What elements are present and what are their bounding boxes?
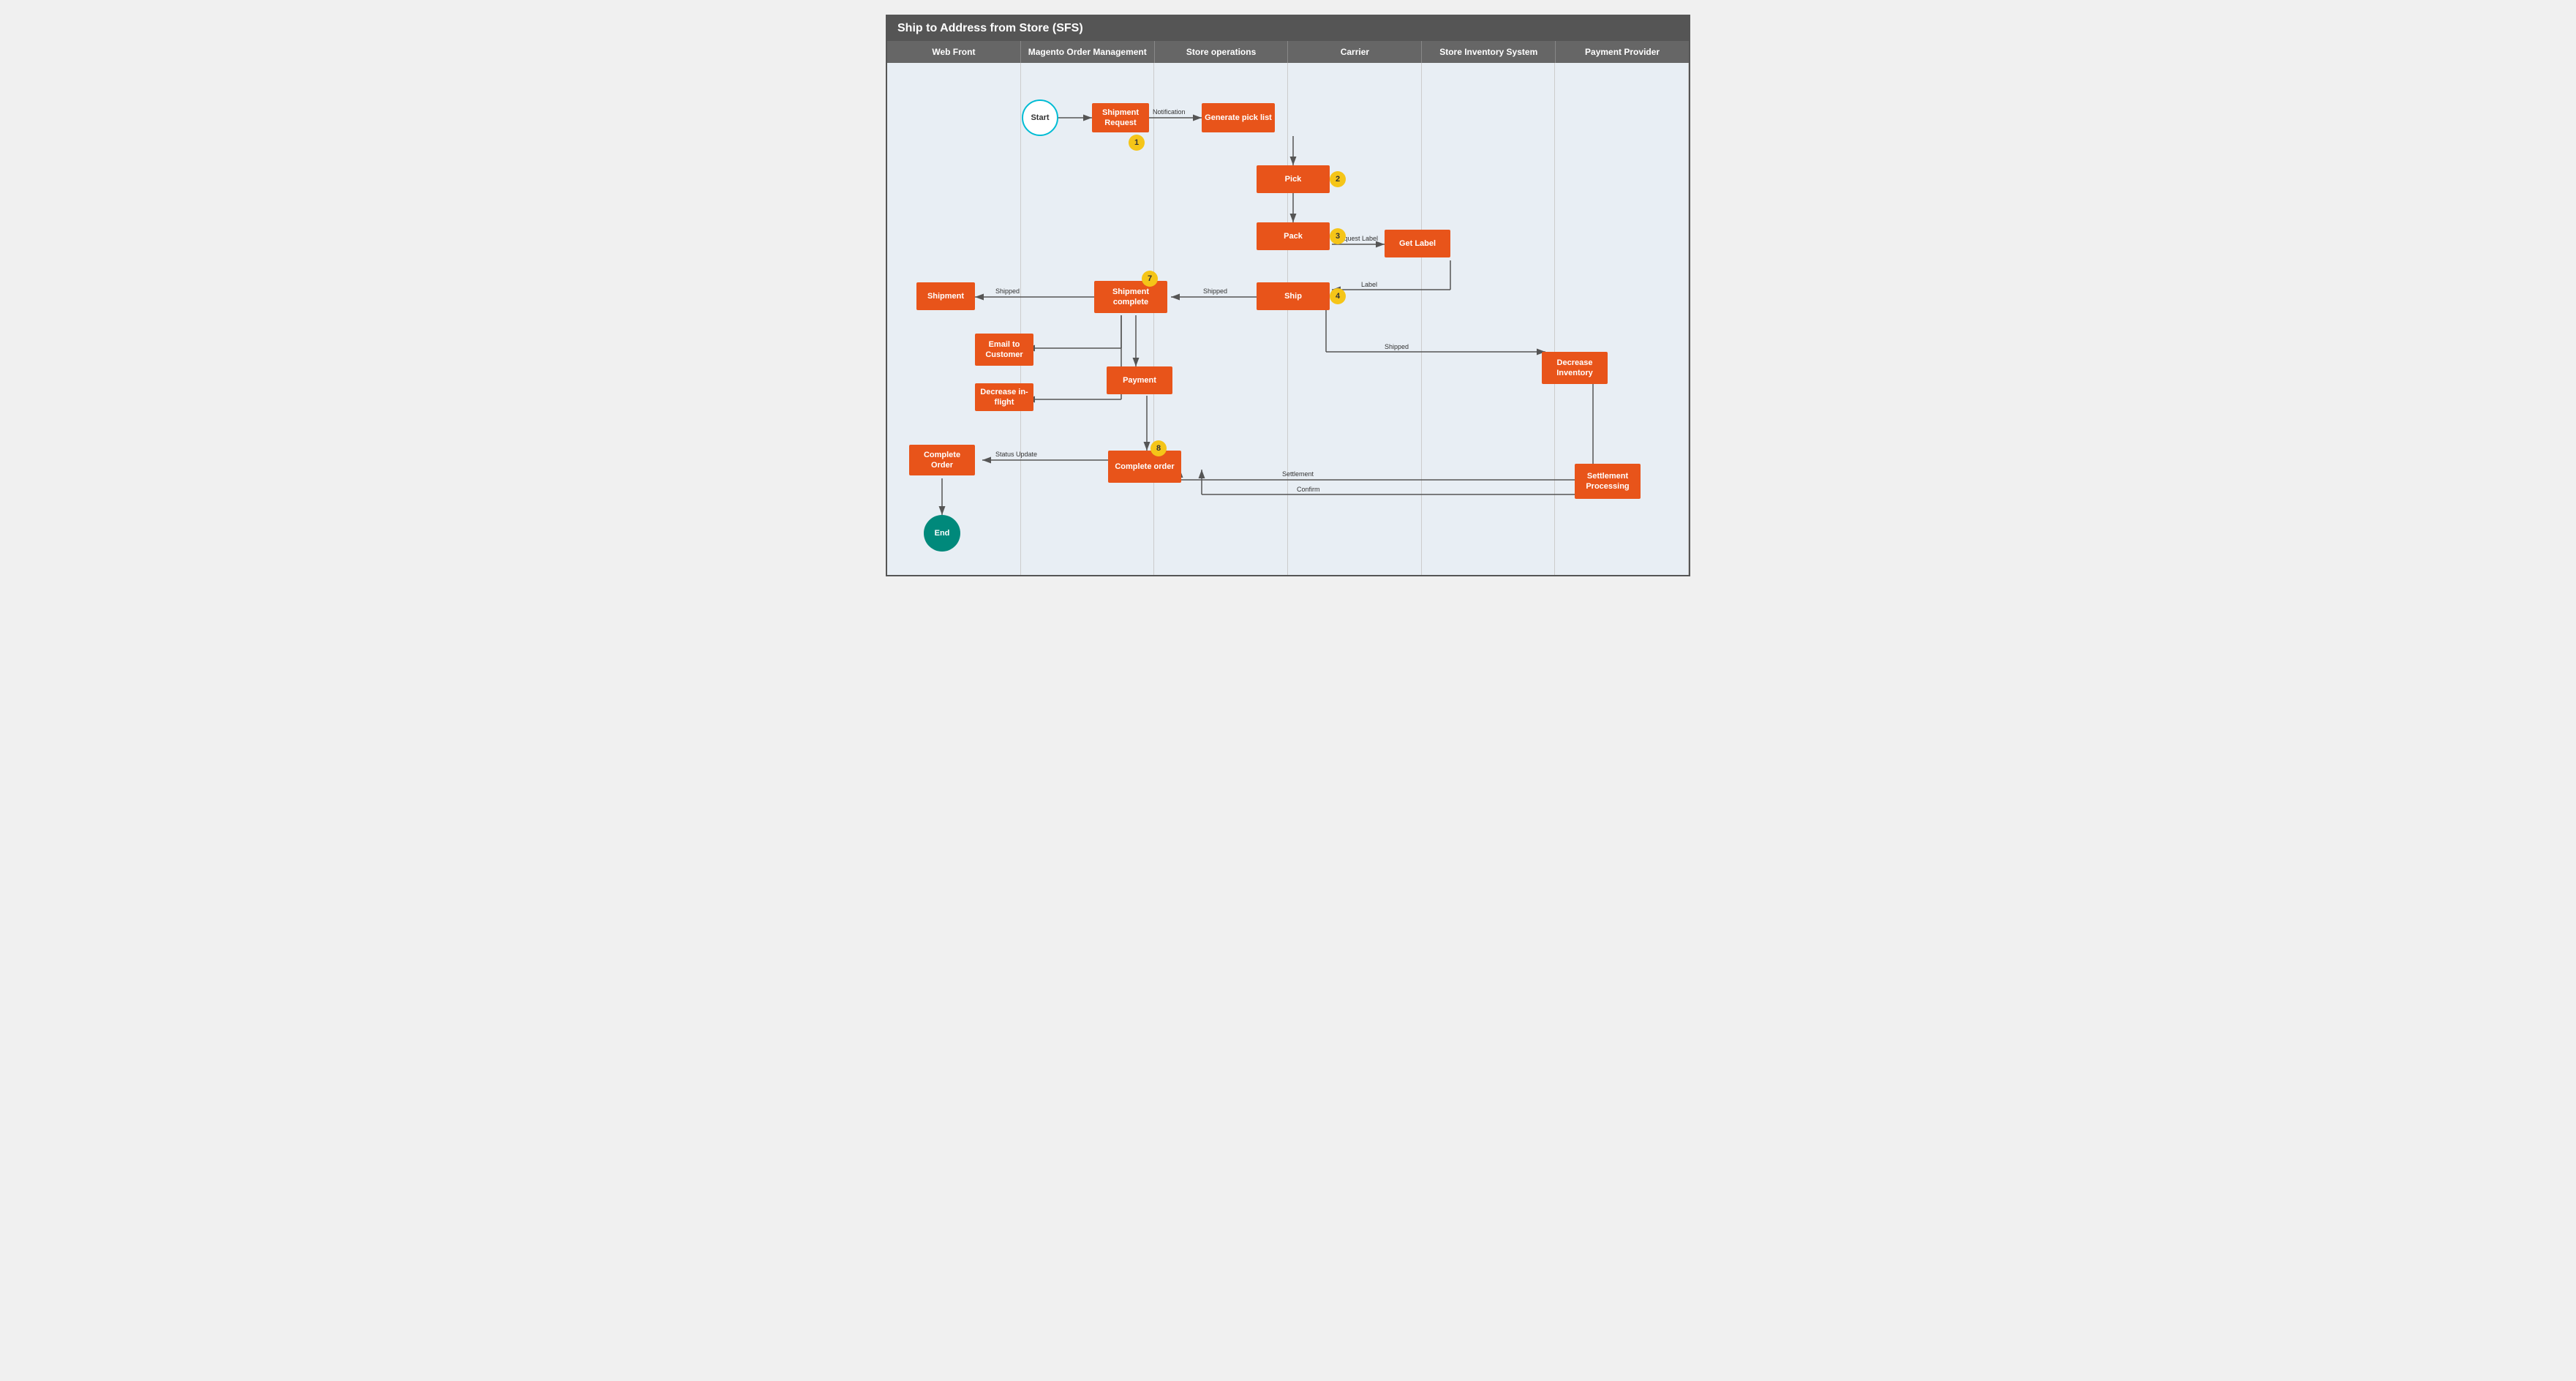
pack-box: Pack (1257, 222, 1330, 250)
lane-carrier (1288, 63, 1422, 575)
badge-7: 7 (1142, 271, 1158, 287)
diagram-container: Ship to Address from Store (SFS) Web Fro… (886, 15, 1690, 576)
decrease-inventory-box: Decrease Inventory (1542, 352, 1608, 384)
lane-header-carrier: Carrier (1288, 41, 1422, 63)
end-node: End (924, 515, 960, 552)
lane-header-store-ops: Store operations (1155, 41, 1289, 63)
lane-header-inventory: Store Inventory System (1422, 41, 1556, 63)
generate-pick-list-box: Generate pick list (1202, 103, 1275, 132)
decrease-inflight-box: Decrease in-flight (975, 383, 1033, 411)
badge-8: 8 (1150, 440, 1167, 456)
badge-1: 1 (1129, 135, 1145, 151)
diagram-title: Ship to Address from Store (SFS) (887, 16, 1689, 41)
payment-box: Payment (1107, 366, 1172, 394)
get-label-box: Get Label (1385, 230, 1450, 257)
lanes-body: Notification Request Label Label Shipped… (887, 63, 1689, 575)
start-node: Start (1022, 99, 1058, 136)
shipment-request-box: Shipment Request (1092, 103, 1149, 132)
lanes-header: Web Front Magento Order Management Store… (887, 41, 1689, 63)
lane-inventory (1422, 63, 1556, 575)
complete-order-web-box: Complete Order (909, 445, 975, 475)
badge-4: 4 (1330, 288, 1346, 304)
pick-box: Pick (1257, 165, 1330, 193)
lane-header-payment: Payment Provider (1556, 41, 1689, 63)
shipment-complete-box: Shipment complete (1094, 281, 1167, 313)
complete-order-box: Complete order (1108, 451, 1181, 483)
settlement-processing-box: Settlement Processing (1575, 464, 1641, 499)
shipment-box: Shipment (916, 282, 975, 310)
lane-header-webfront: Web Front (887, 41, 1021, 63)
badge-2: 2 (1330, 171, 1346, 187)
ship-box: Ship (1257, 282, 1330, 310)
lane-webfront (887, 63, 1021, 575)
email-to-customer-box: Email to Customer (975, 334, 1033, 366)
badge-3: 3 (1330, 228, 1346, 244)
lane-header-magento: Magento Order Management (1021, 41, 1155, 63)
lane-store-ops (1154, 63, 1288, 575)
